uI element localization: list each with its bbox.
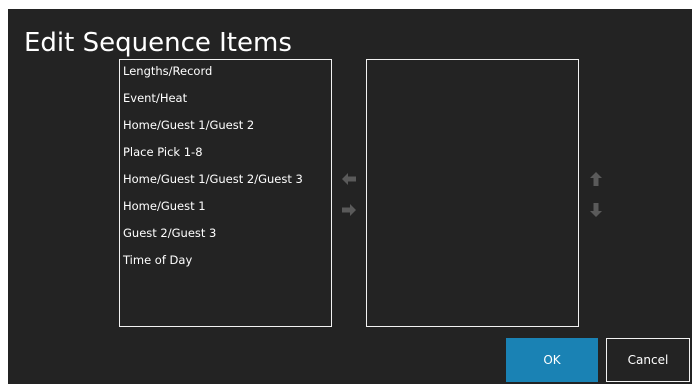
move-down-button[interactable] — [587, 201, 605, 219]
list-item[interactable]: Place Pick 1-8 — [123, 142, 203, 162]
list-item[interactable]: Home/Guest 1/Guest 2/Guest 3 — [123, 169, 303, 189]
sequence-items-list[interactable] — [366, 59, 579, 327]
list-item[interactable]: Lengths/Record — [123, 61, 212, 81]
cancel-button[interactable]: Cancel — [606, 338, 690, 382]
move-up-button[interactable] — [587, 170, 605, 188]
move-left-button[interactable] — [340, 170, 358, 188]
arrow-right-icon — [342, 204, 356, 216]
list-item[interactable]: Guest 2/Guest 3 — [123, 223, 216, 243]
available-items-list[interactable]: Lengths/Record Event/Heat Home/Guest 1/G… — [119, 59, 332, 327]
arrow-left-icon — [342, 173, 356, 185]
list-item[interactable]: Time of Day — [123, 250, 192, 270]
dialog-title: Edit Sequence Items — [24, 28, 292, 58]
list-item[interactable]: Home/Guest 1 — [123, 196, 206, 216]
edit-sequence-dialog: Edit Sequence Items Lengths/Record Event… — [8, 9, 692, 384]
arrow-down-icon — [590, 203, 602, 217]
ok-button[interactable]: OK — [506, 338, 598, 382]
move-right-button[interactable] — [340, 201, 358, 219]
arrow-up-icon — [590, 172, 602, 186]
list-item[interactable]: Event/Heat — [123, 88, 187, 108]
list-item[interactable]: Home/Guest 1/Guest 2 — [123, 115, 254, 135]
